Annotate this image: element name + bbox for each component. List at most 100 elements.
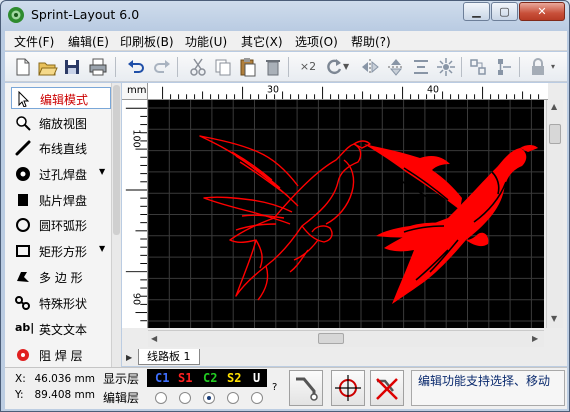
edit-layer-s1-radio[interactable]: [179, 392, 191, 404]
layer-visibility-bar: C1 S1 C2 S2 U: [147, 369, 267, 387]
menu-options[interactable]: 选项(O): [295, 33, 338, 50]
undo-icon[interactable]: [125, 56, 147, 78]
tool-edit-mode[interactable]: 编辑模式: [11, 87, 111, 109]
ruler-top: 30 40: [148, 83, 548, 100]
scroll-left-icon[interactable]: ◀: [151, 334, 157, 343]
close-button[interactable]: ✕: [519, 2, 565, 21]
tool-label: 贴片焊盘: [39, 194, 88, 208]
connect-icon[interactable]: [493, 56, 515, 78]
scroll-down-icon[interactable]: ▼: [551, 314, 557, 323]
tool-via-pad[interactable]: 过孔焊盘 ▼: [11, 163, 111, 185]
tool-label: 布线直线: [39, 142, 88, 156]
scroll-up-icon[interactable]: ▲: [551, 102, 557, 111]
group-icon[interactable]: [467, 56, 489, 78]
dropdown-arrow-icon[interactable]: ▼: [99, 167, 105, 176]
tool-label: 多 边 形: [39, 271, 83, 285]
track-route-button[interactable]: [289, 370, 323, 406]
open-icon[interactable]: [36, 56, 58, 78]
bird-filled-graphic[interactable]: [364, 144, 538, 304]
circle-icon: [16, 218, 30, 232]
scrollbar-thumb[interactable]: [318, 333, 344, 344]
layer-s2-toggle[interactable]: S2: [227, 371, 241, 385]
cut-icon[interactable]: [187, 56, 209, 78]
title-bar: Sprint-Layout 6.0 ▁ ▢ ✕: [1, 1, 569, 29]
bird-outline-graphic[interactable]: [199, 135, 371, 301]
menu-functions[interactable]: 功能(U): [185, 33, 227, 50]
horizontal-scrollbar[interactable]: ◀ ▶: [148, 330, 544, 347]
track-icon: [15, 140, 31, 156]
scroll-right-icon[interactable]: ▶: [532, 334, 538, 343]
paste-icon[interactable]: [237, 56, 259, 78]
zoom-icon: [16, 116, 31, 131]
pcb-board-canvas[interactable]: [148, 100, 544, 328]
tool-smd-pad[interactable]: 贴片焊盘: [11, 189, 111, 211]
lock-icon[interactable]: [527, 56, 549, 78]
no-connection-icon: [376, 378, 398, 400]
mirror-vertical-icon[interactable]: [385, 56, 407, 78]
toolbar-separator: [461, 57, 462, 77]
route-track-icon: [296, 377, 318, 401]
tool-label: 阻 焊 层: [39, 349, 83, 363]
canvas-area: mm 30 40 100 90 ▲ ▼ ◀ ▶: [122, 83, 567, 349]
lock-dropdown-arrow[interactable]: ▾: [551, 56, 561, 78]
layer-c2-toggle[interactable]: C2: [203, 371, 217, 385]
tool-polygon[interactable]: 多 边 形: [11, 266, 111, 288]
edit-layer-c1-radio[interactable]: [155, 392, 167, 404]
menu-file[interactable]: 文件(F): [14, 33, 54, 50]
duplicate-button[interactable]: ×2: [297, 56, 319, 78]
tool-rectangle[interactable]: 矩形方形 ▼: [11, 240, 111, 262]
ruler-unit: mm: [127, 85, 147, 96]
layer-u-toggle[interactable]: U: [253, 371, 260, 385]
scrollbar-thumb[interactable]: [549, 124, 561, 144]
crosshair-button[interactable]: [331, 370, 365, 406]
disable-drc-button[interactable]: [370, 370, 404, 406]
tool-panel-scrollbar[interactable]: [111, 83, 121, 369]
tool-label: 过孔焊盘: [39, 168, 88, 182]
minimize-button[interactable]: ▁: [463, 2, 490, 21]
status-message-box: 编辑功能支持选择、移动: [411, 370, 565, 406]
rotate-icon[interactable]: [323, 56, 345, 78]
edit-layer-s2-radio[interactable]: [227, 392, 239, 404]
menu-board[interactable]: 印刷板(B): [120, 33, 174, 50]
redo-icon[interactable]: [151, 56, 173, 78]
layer-s1-toggle[interactable]: S1: [178, 371, 192, 385]
tab-board-1[interactable]: 线路板 1: [138, 349, 200, 365]
layer-c1-toggle[interactable]: C1: [155, 371, 169, 385]
tool-special-shape[interactable]: 特殊形状: [11, 292, 111, 314]
tool-label: 圆环弧形: [39, 219, 88, 233]
new-icon[interactable]: [11, 56, 33, 78]
tool-label: 矩形方形: [39, 245, 88, 259]
window-title: Sprint-Layout 6.0: [31, 7, 140, 22]
menu-help[interactable]: 帮助(?): [351, 33, 391, 50]
via-pad-icon: [16, 167, 30, 181]
tool-label: 英文文本: [39, 323, 88, 337]
menu-edit[interactable]: 编辑(E): [68, 33, 109, 50]
copy-icon[interactable]: [212, 56, 234, 78]
delete-icon[interactable]: [262, 56, 284, 78]
mirror-horizontal-icon[interactable]: [359, 56, 381, 78]
vertical-scrollbar[interactable]: ▲ ▼: [546, 100, 563, 328]
edit-layer-c2-radio[interactable]: [203, 392, 215, 404]
tool-solder-mask[interactable]: 阻 焊 层: [11, 344, 111, 366]
coord-x-label: X:: [15, 373, 26, 385]
help-icon[interactable]: ?: [272, 382, 277, 393]
status-bar: X: 46.036 mm Y: 89.408 mm 显示层 编辑层 C1 S1 …: [5, 367, 567, 409]
tab-scroll-icon[interactable]: ▶: [126, 353, 132, 362]
explode-icon[interactable]: [435, 56, 457, 78]
menu-other[interactable]: 其它(X): [241, 33, 283, 50]
dropdown-arrow-icon[interactable]: ▼: [99, 244, 105, 253]
tool-text[interactable]: ab| 英文文本: [11, 318, 111, 340]
rotate-dropdown-arrow[interactable]: ▼: [343, 56, 353, 78]
align-icon[interactable]: [410, 56, 432, 78]
toolbar-separator: [177, 57, 178, 77]
tool-zoom-view[interactable]: 缩放视图: [11, 112, 111, 134]
coord-y-label: Y:: [15, 389, 24, 401]
edit-layer-u-radio[interactable]: [251, 392, 263, 404]
tool-circle-arc[interactable]: 圆环弧形: [11, 214, 111, 236]
save-icon[interactable]: [61, 56, 83, 78]
maximize-button[interactable]: ▢: [491, 2, 518, 21]
scrollbar-thumb[interactable]: [113, 85, 120, 235]
status-message: 编辑功能支持选择、移动: [418, 374, 551, 388]
print-icon[interactable]: [87, 56, 109, 78]
tool-track[interactable]: 布线直线: [11, 137, 111, 159]
